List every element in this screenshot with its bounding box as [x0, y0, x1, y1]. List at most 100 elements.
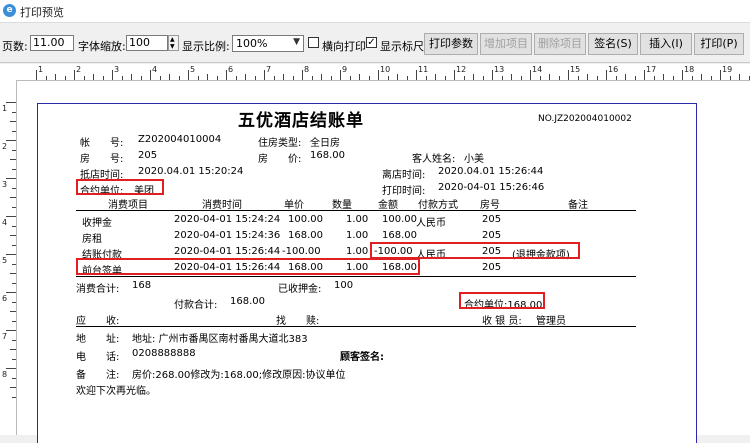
landscape-checkbox[interactable]: [308, 37, 319, 48]
row-price: 168.00: [288, 230, 323, 241]
customer-sign-label: 顾客签名:: [340, 352, 384, 363]
col-pay: 付款方式: [418, 200, 458, 211]
ruler-tick: [273, 76, 275, 80]
ruler-tick: [568, 70, 569, 80]
ruler-tick: [663, 74, 664, 80]
print-params-button[interactable]: 打印参数: [424, 33, 478, 55]
ruler-tick: [235, 76, 237, 80]
ruler-tick: [12, 111, 16, 113]
ruler-tick: [606, 70, 607, 80]
ruler-tick: [159, 76, 161, 80]
row-amount: 100.00: [382, 214, 417, 225]
farewell-text: 欢迎下次再光临。: [76, 386, 156, 397]
ruler-tick: [549, 74, 550, 80]
contract-total-highlight-box: [459, 292, 545, 309]
sign-button[interactable]: 签名(S): [588, 33, 638, 55]
ruler-tick: [577, 76, 579, 80]
pages-label: 页数:: [2, 40, 28, 53]
zoom-select[interactable]: 100% ▼: [232, 35, 304, 52]
table-header-line: [76, 210, 636, 211]
leave-value: 2020.04.01 15:26:44: [438, 166, 544, 177]
ruler-tick: [292, 76, 294, 80]
ruler-tick: [378, 70, 379, 80]
cashier-label: 收 银 员:: [482, 316, 522, 327]
ruler-h-label: 3: [114, 65, 120, 74]
spin-down-icon[interactable]: ▼: [170, 44, 175, 50]
remark-value: 房价:268.00修改为:168.00;修改原因:协议单位: [132, 370, 346, 381]
preview-workspace[interactable]: 五优酒店结账单 NO.JZ202004010002 帐 号: Z20200401…: [17, 81, 750, 443]
row-qty: 1.00: [346, 214, 369, 225]
ruler-tick: [682, 70, 683, 80]
col-item: 消费项目: [108, 200, 148, 211]
ruler-tick: [387, 76, 389, 80]
row-time: 2020-04-01 15:24:24: [174, 214, 281, 225]
delete-item-button[interactable]: 删除项目: [534, 33, 586, 55]
price-value: 168.00: [310, 150, 345, 161]
font-scale-spinner[interactable]: ▲ ▼: [168, 35, 179, 51]
ruler-tick: [625, 74, 626, 80]
ruler-tick: [739, 74, 740, 80]
ruler-tick: [359, 74, 360, 80]
ruler-tick: [397, 74, 398, 80]
ruler-tick: [10, 197, 16, 198]
ruler-tick: [6, 292, 16, 293]
row-amount: 168.00: [382, 230, 417, 241]
contract-highlight-box: [76, 179, 164, 195]
ruler-tick: [644, 70, 645, 80]
ruler-tick: [406, 76, 408, 80]
ruler-tick: [368, 76, 370, 80]
window-title: 打印预览: [20, 6, 64, 19]
ruler-h-label: 19: [722, 65, 733, 74]
pages-input[interactable]: 11.00: [30, 35, 74, 51]
cashier-value: 管理员: [536, 316, 566, 327]
bill-number: NO.JZ202004010002: [538, 114, 632, 124]
ruler-h-label: 12: [456, 65, 467, 74]
ruler-tick: [340, 70, 341, 80]
ruler-tick: [12, 244, 16, 246]
ruler-h-label: 17: [646, 65, 657, 74]
ruler-h-label: 8: [304, 65, 310, 74]
ruler-h-label: 16: [608, 65, 619, 74]
ruler-tick: [12, 187, 16, 189]
row-item: 房租: [82, 234, 102, 245]
ruler-h-label: 15: [570, 65, 581, 74]
leave-label: 离店时间:: [382, 170, 426, 181]
ruler-tick: [264, 70, 265, 80]
ruler-tick: [12, 206, 16, 208]
room-value: 205: [138, 150, 158, 161]
ruler-tick: [12, 225, 16, 227]
bill-title: 五优酒店结账单: [238, 111, 364, 131]
col-note: 备注: [568, 200, 588, 211]
guest-label: 客人姓名:: [412, 154, 456, 165]
font-scale-input[interactable]: 100: [126, 35, 168, 51]
ruler-checkbox[interactable]: ✓: [366, 37, 377, 48]
zoom-label: 显示比例:: [182, 40, 230, 53]
deposit-label: 已收押金:: [278, 284, 322, 295]
deposit-value: 100: [334, 280, 354, 291]
ruler-tick: [12, 301, 16, 303]
ruler-tick: [12, 377, 16, 379]
ruler-h-label: 13: [494, 65, 505, 74]
ruler-tick: [12, 339, 16, 341]
table-footer-line: [76, 276, 636, 277]
toolbar: 页数: 11.00 字体缩放: 100 ▲ ▼ 显示比例: 100% ▼ 横向打印…: [0, 26, 750, 63]
ruler-tick: [435, 74, 436, 80]
row-time: 2020-04-01 15:24:36: [174, 230, 281, 241]
ruler-tick: [416, 70, 417, 80]
ruler-h-label: 1: [38, 65, 44, 74]
add-item-button[interactable]: 增加项目: [480, 33, 532, 55]
ruler-tick: [720, 70, 721, 80]
ruler-v-label: 6: [2, 294, 8, 303]
ruler-tick: [12, 282, 16, 284]
ruler-tick: [283, 74, 284, 80]
row-qty: 1.00: [346, 246, 369, 257]
print-time-label: 打印时间:: [382, 186, 426, 197]
ruler-tick: [710, 76, 712, 80]
row-room: 205: [482, 230, 502, 241]
ruler-h-label: 5: [190, 65, 196, 74]
guest-value: 小美: [464, 154, 484, 165]
ruler-tick: [6, 178, 16, 179]
print-button[interactable]: 打印(P): [694, 33, 744, 55]
insert-button[interactable]: 插入(I): [640, 33, 692, 55]
ruler-tick: [121, 76, 123, 80]
